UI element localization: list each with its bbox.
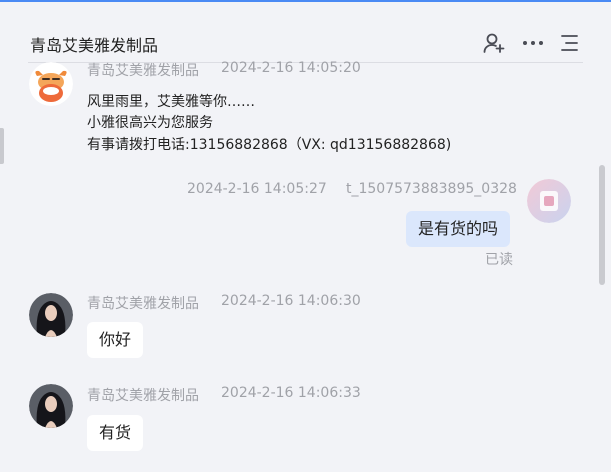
chat-header: 青岛艾美雅发制品 (0, 2, 611, 63)
chat-title: 青岛艾美雅发制品 (30, 36, 159, 55)
message-line: 风里雨里，艾美雅等你…… (87, 94, 255, 110)
menu-icon[interactable] (558, 31, 582, 55)
agent-photo-avatar[interactable] (29, 293, 73, 337)
chat-scrollbar[interactable] (599, 165, 605, 285)
more-icon[interactable] (521, 31, 545, 55)
message-bubble[interactable]: 你好 (87, 322, 144, 358)
message-sender: 青岛艾美雅发制品 (87, 388, 199, 404)
message-line: 有事请拨打电话:13156882868（VX: qd13156882868) (87, 137, 452, 153)
read-status: 已读 (485, 252, 513, 268)
my-message-bubble[interactable]: 是有货的吗 (406, 211, 511, 247)
panel-resize-handle[interactable] (0, 128, 4, 164)
message-bubble[interactable]: 有货 (87, 415, 144, 451)
message-sender: 青岛艾美雅发制品 (87, 63, 199, 79)
agent-photo-avatar[interactable] (29, 384, 73, 428)
message-line: 小雅很高兴为您服务 (87, 115, 213, 131)
message-sender: 青岛艾美雅发制品 (87, 296, 199, 312)
add-user-icon[interactable] (482, 31, 506, 55)
message-sender: t_1507573883895_0328 (346, 181, 517, 197)
message-time: 2024-2-16 14:05:27 (187, 181, 327, 197)
message-time: 2024-2-16 14:06:33 (221, 385, 361, 401)
message-time: 2024-2-16 14:05:20 (221, 60, 361, 76)
message-time: 2024-2-16 14:06:30 (221, 293, 361, 309)
mascot-avatar[interactable] (29, 62, 73, 106)
user-avatar[interactable] (527, 179, 571, 223)
